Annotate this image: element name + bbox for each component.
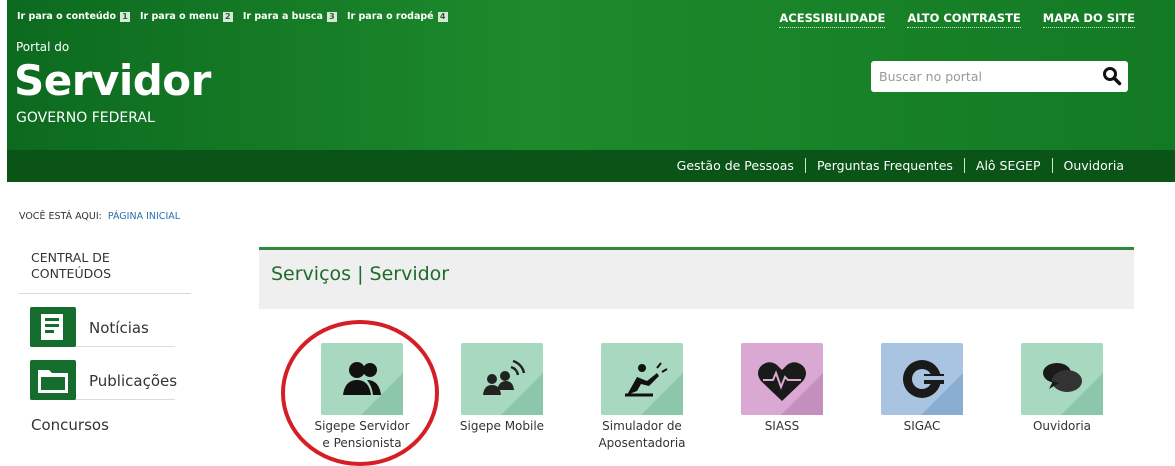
nav-ouvidoria[interactable]: Ouvidoria	[1051, 158, 1136, 173]
accessibility-link[interactable]: ACESSIBILIDADE	[779, 11, 886, 28]
heartbeat-icon	[741, 343, 823, 415]
sigac-icon	[881, 343, 963, 415]
sidebar-item-noticias[interactable]: Notícias	[30, 294, 175, 347]
speech-bubbles-icon	[1021, 343, 1103, 415]
section-header: Serviços | Servidor	[259, 247, 1134, 309]
service-sigac[interactable]: SIGAC	[852, 343, 992, 435]
site-title[interactable]: Servidor	[14, 56, 211, 105]
nav-perguntas-frequentes[interactable]: Perguntas Frequentes	[804, 158, 964, 173]
high-contrast-link[interactable]: ALTO CONTRASTE	[907, 11, 1021, 28]
document-icon	[30, 307, 76, 347]
skip-link-search[interactable]: Ir para a busca 3	[243, 11, 337, 22]
service-siass[interactable]: SIASS	[712, 343, 852, 435]
sidebar-heading: CENTRAL DE CONTEÚDOS	[19, 250, 191, 294]
nav-gestao-pessoas[interactable]: Gestão de Pessoas	[666, 158, 805, 173]
site-subtitle: GOVERNO FEDERAL	[16, 110, 155, 126]
retiree-chair-icon	[601, 343, 683, 415]
service-ouvidoria[interactable]: Ouvidoria	[992, 343, 1132, 435]
section-title: Serviços | Servidor	[271, 263, 450, 285]
search-icon[interactable]	[1102, 66, 1122, 86]
skip-link-footer[interactable]: Ir para o rodapé 4	[347, 11, 448, 22]
service-simulador-aposentadoria[interactable]: Simulador de Aposentadoria	[572, 343, 712, 452]
sidebar-item-concursos[interactable]: Concursos	[31, 416, 191, 434]
service-sigepe-mobile[interactable]: Sigepe Mobile	[432, 343, 572, 435]
skip-links: Ir para o conteúdo 1 Ir para o menu 2 Ir p…	[17, 11, 448, 22]
main-nav: Gestão de Pessoas Perguntas Frequentes A…	[7, 150, 1175, 182]
sidebar-item-publicacoes[interactable]: Publicações	[30, 347, 177, 400]
breadcrumb-prefix: VOCÊ ESTÁ AQUI:	[19, 211, 102, 222]
skip-link-menu[interactable]: Ir para o menu 2	[140, 11, 233, 22]
search-input[interactable]	[871, 61, 1086, 92]
mobile-users-icon	[461, 343, 543, 415]
sitemap-link[interactable]: MAPA DO SITE	[1042, 11, 1135, 28]
portal-prefix: Portal do	[16, 40, 70, 54]
search-box	[871, 61, 1128, 92]
sidebar: CENTRAL DE CONTEÚDOS Notícias Publicaçõe…	[19, 250, 191, 434]
folder-icon	[30, 360, 76, 400]
top-links: ACESSIBILIDADE ALTO CONTRASTE MAPA DO SI…	[779, 11, 1135, 28]
skip-link-content[interactable]: Ir para o conteúdo 1	[17, 11, 130, 22]
highlight-circle	[281, 320, 439, 466]
nav-alo-segep[interactable]: Alô SEGEP	[963, 158, 1052, 173]
breadcrumb: VOCÊ ESTÁ AQUI: PÁGINA INICIAL	[19, 211, 180, 222]
breadcrumb-home[interactable]: PÁGINA INICIAL	[108, 211, 180, 222]
